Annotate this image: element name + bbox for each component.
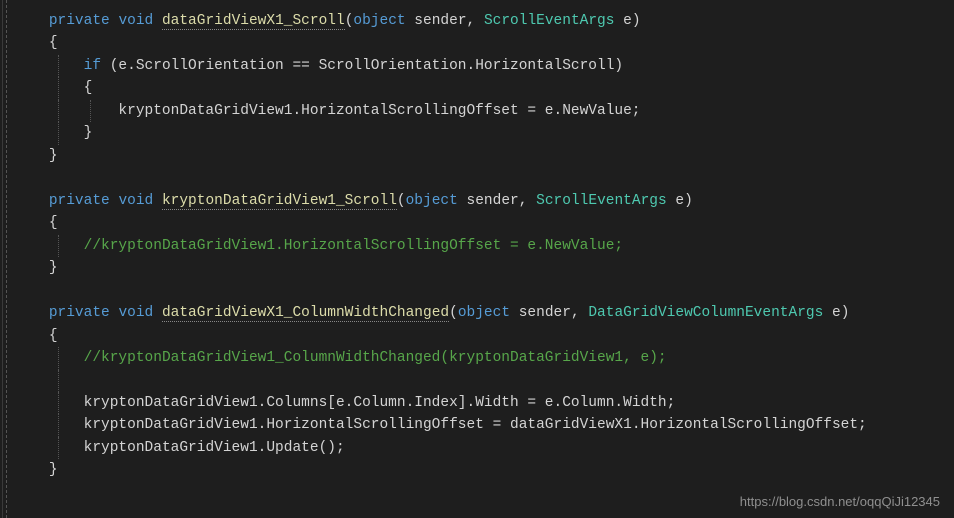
blank-line[interactable] <box>14 167 954 189</box>
code-editor[interactable]: private void dataGridViewX1_Scroll(objec… <box>0 0 954 492</box>
statement: kryptonDataGridView1.HorizontalScrolling… <box>84 417 867 433</box>
keyword-private: private <box>49 305 110 321</box>
param-e: e <box>614 13 631 29</box>
code-line[interactable]: kryptonDataGridView1.HorizontalScrolling… <box>14 100 954 122</box>
param-e: e <box>667 193 684 209</box>
keyword-void: void <box>118 193 153 209</box>
statement: kryptonDataGridView1.HorizontalScrolling… <box>118 103 640 119</box>
statement: kryptonDataGridView1.Columns[e.Column.In… <box>84 395 676 411</box>
paren: ( <box>397 193 406 209</box>
brace-close: } <box>49 148 58 164</box>
type-object: object <box>458 305 510 321</box>
keyword-void: void <box>118 305 153 321</box>
comment: //kryptonDataGridView1_ColumnWidthChange… <box>84 350 667 366</box>
paren: ) <box>684 193 693 209</box>
brace-open: { <box>49 328 58 344</box>
keyword-if: if <box>84 58 101 74</box>
blank-line[interactable] <box>14 370 954 392</box>
code-line[interactable]: private void dataGridViewX1_ColumnWidthC… <box>14 302 954 324</box>
code-line[interactable]: } <box>14 122 954 144</box>
type-object: object <box>353 13 405 29</box>
method-name: kryptonDataGridView1_Scroll <box>162 193 397 210</box>
code-line[interactable]: { <box>14 212 954 234</box>
code-line[interactable]: private void dataGridViewX1_Scroll(objec… <box>14 10 954 32</box>
comma: , <box>571 305 588 321</box>
code-line[interactable]: { <box>14 325 954 347</box>
param-e: e <box>823 305 840 321</box>
code-line[interactable]: { <box>14 32 954 54</box>
statement: kryptonDataGridView1.Update(); <box>84 440 345 456</box>
brace-close: } <box>49 462 58 478</box>
type-scrolleventargs: ScrollEventArgs <box>484 13 615 29</box>
brace-open: { <box>84 80 93 96</box>
paren: ) <box>632 13 641 29</box>
param-sender: sender <box>406 13 467 29</box>
blank-line[interactable] <box>14 280 954 302</box>
code-line[interactable]: kryptonDataGridView1.Update(); <box>14 437 954 459</box>
brace-close: } <box>84 125 93 141</box>
method-name: dataGridViewX1_Scroll <box>162 13 345 30</box>
watermark-text: https://blog.csdn.net/oqqQiJi12345 <box>740 492 940 512</box>
keyword-private: private <box>49 193 110 209</box>
code-line[interactable]: } <box>14 257 954 279</box>
type-object: object <box>406 193 458 209</box>
code-line[interactable]: kryptonDataGridView1.Columns[e.Column.In… <box>14 392 954 414</box>
comma: , <box>519 193 536 209</box>
keyword-private: private <box>49 13 110 29</box>
code-line[interactable]: //kryptonDataGridView1_ColumnWidthChange… <box>14 347 954 369</box>
method-name: dataGridViewX1_ColumnWidthChanged <box>162 305 449 322</box>
code-line[interactable]: kryptonDataGridView1.HorizontalScrolling… <box>14 414 954 436</box>
param-sender: sender <box>458 193 519 209</box>
param-sender: sender <box>510 305 571 321</box>
code-line[interactable]: //kryptonDataGridView1.HorizontalScrolli… <box>14 235 954 257</box>
comma: , <box>467 13 484 29</box>
code-line[interactable]: if (e.ScrollOrientation == ScrollOrienta… <box>14 55 954 77</box>
type-datagridviewcolumneventargs: DataGridViewColumnEventArgs <box>588 305 823 321</box>
paren: ) <box>841 305 850 321</box>
brace-open: { <box>49 215 58 231</box>
type-scrolleventargs: ScrollEventArgs <box>536 193 667 209</box>
if-condition: (e.ScrollOrientation == ScrollOrientatio… <box>101 58 623 74</box>
keyword-void: void <box>118 13 153 29</box>
code-line[interactable]: private void kryptonDataGridView1_Scroll… <box>14 190 954 212</box>
comment: //kryptonDataGridView1.HorizontalScrolli… <box>84 238 624 254</box>
code-line[interactable]: } <box>14 145 954 167</box>
paren: ( <box>449 305 458 321</box>
brace-close: } <box>49 260 58 276</box>
brace-open: { <box>49 35 58 51</box>
code-line[interactable]: { <box>14 77 954 99</box>
code-line[interactable]: } <box>14 459 954 481</box>
